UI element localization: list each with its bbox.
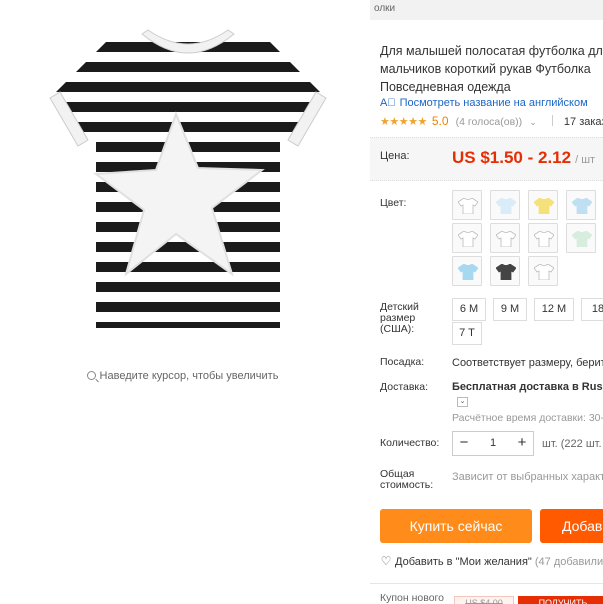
fit-label: Посадка: xyxy=(380,356,425,368)
quantity-input[interactable]: 1 xyxy=(475,432,511,455)
tee-green-icon xyxy=(572,231,592,247)
chevron-down-icon[interactable]: ⌄ xyxy=(529,117,537,127)
color-swatch[interactable] xyxy=(566,223,596,253)
coupon-value: US $4.00 xyxy=(454,596,514,604)
chevron-down-icon[interactable]: ⌄ xyxy=(457,397,468,407)
zoom-hint: Наведите курсор, чтобы увеличить xyxy=(0,370,365,382)
tee-rabbit-icon xyxy=(496,231,516,247)
color-swatch[interactable] xyxy=(566,190,596,220)
product-title-line: мальчиков короткий рукав Футболка xyxy=(380,62,591,76)
product-info-panel: олки Для малышей полосатая футболка для … xyxy=(370,0,603,604)
magnifier-icon xyxy=(86,371,96,380)
tee-yellow-icon xyxy=(534,198,554,214)
size-option[interactable]: 18 xyxy=(581,298,603,321)
delivery-eta: Расчётное время доставки: 30- xyxy=(452,412,603,424)
total-label: Общая стоимость: xyxy=(380,468,434,491)
rating-value: 5.0 xyxy=(431,114,449,128)
stock-text: шт. (222 шт. xyxy=(542,438,602,450)
quantity-decrease-button[interactable]: − xyxy=(453,432,475,455)
tee-plane-icon xyxy=(458,231,478,247)
divider xyxy=(370,583,603,584)
quantity-label: Количество: xyxy=(380,437,440,449)
tee-star-icon xyxy=(458,198,478,214)
quantity-stepper: − 1 + xyxy=(452,431,534,456)
product-main-image[interactable] xyxy=(48,28,328,334)
rating-row: ★★★★★ 5.0 (4 голоса(ов)) ⌄ 17 заказов xyxy=(380,114,603,132)
tee-glasses-icon xyxy=(534,264,554,280)
translate-title-link[interactable]: A⃝ Посмотреть название на английском xyxy=(380,97,588,109)
delivery-label: Доставка: xyxy=(380,381,429,393)
tee-stripe-icon xyxy=(496,264,516,280)
tee-car-icon xyxy=(496,198,516,214)
buy-now-button[interactable]: Купить сейчас xyxy=(380,509,532,543)
color-swatch[interactable] xyxy=(490,256,520,286)
tee-blue-icon xyxy=(572,198,592,214)
size-label: Детский размер (США): xyxy=(380,301,419,335)
size-option[interactable]: 12 M xyxy=(534,298,574,321)
price-value: US $1.50 - 2.12/ шт xyxy=(452,148,596,167)
orders-count: 17 заказов xyxy=(563,116,603,128)
breadcrumb[interactable]: олки xyxy=(370,0,603,20)
translate-icon: A⃝ xyxy=(380,97,396,109)
divider xyxy=(551,115,553,126)
product-title-line: Для малышей полосатая футболка для xyxy=(380,44,603,58)
color-swatch[interactable] xyxy=(452,223,482,253)
coupon-label: Купон нового xyxy=(380,592,444,604)
rating-stars-icon: ★★★★★ xyxy=(380,116,427,128)
price-label: Цена: xyxy=(380,150,410,162)
get-coupon-button[interactable]: ПОЛУЧИТЬ xyxy=(518,596,603,604)
color-swatch[interactable] xyxy=(490,190,520,220)
total-value: Зависит от выбранных характе xyxy=(452,471,603,483)
delivery-value: Бесплатная доставка в Russia xyxy=(452,381,603,393)
fit-value: Соответствует размеру, берите xyxy=(452,357,603,369)
product-title-line: Повседневная одежда xyxy=(380,80,511,94)
size-option[interactable]: 6 M xyxy=(452,298,486,321)
color-swatch[interactable] xyxy=(452,256,482,286)
product-gallery: Наведите курсор, чтобы увеличить xyxy=(0,0,365,604)
quantity-increase-button[interactable]: + xyxy=(511,432,533,455)
size-option[interactable]: 9 M xyxy=(493,298,527,321)
color-swatch[interactable] xyxy=(452,190,482,220)
tee-dog-icon xyxy=(534,231,554,247)
add-to-cart-button[interactable]: Добав xyxy=(540,509,603,543)
product-title: Для малышей полосатая футболка для мальч… xyxy=(380,42,603,96)
color-swatch[interactable] xyxy=(528,223,558,253)
color-swatch[interactable] xyxy=(528,256,558,286)
rating-votes-link[interactable]: (4 голоса(ов)) xyxy=(456,116,523,128)
color-swatch[interactable] xyxy=(490,223,520,253)
wishlist-link[interactable]: ♡ Добавить в "Мои желания" (47 добавили) xyxy=(380,554,603,568)
heart-icon: ♡ xyxy=(380,554,392,568)
color-swatch[interactable] xyxy=(528,190,558,220)
color-label: Цвет: xyxy=(380,197,407,209)
tee-lightblue-icon xyxy=(458,264,478,280)
price-box: Цена: US $1.50 - 2.12/ шт xyxy=(370,137,603,181)
size-option[interactable]: 7 T xyxy=(452,322,482,345)
